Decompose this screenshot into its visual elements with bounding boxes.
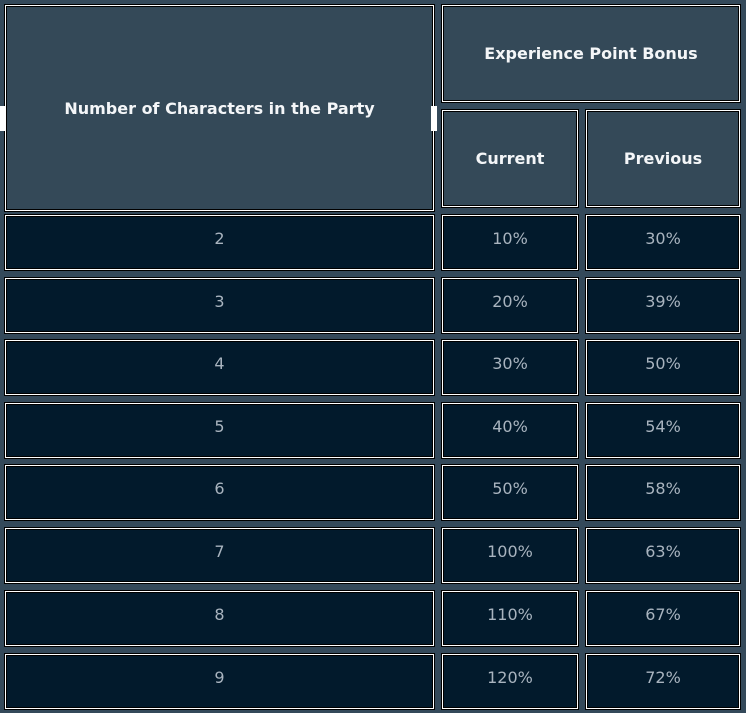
cell-current: 40% xyxy=(441,402,579,459)
cell-previous-value: 58% xyxy=(645,479,681,498)
cell-current: 10% xyxy=(441,214,579,271)
cell-previous: 72% xyxy=(585,653,741,710)
header-party-size: Number of Characters in the Party xyxy=(4,4,435,212)
cell-current: 20% xyxy=(441,277,579,334)
cell-current-value: 10% xyxy=(492,229,528,248)
cell-current-value: 30% xyxy=(492,354,528,373)
cell-previous-value: 39% xyxy=(645,292,681,311)
cell-current: 100% xyxy=(441,527,579,584)
cell-party-size: 9 xyxy=(4,653,435,710)
cell-current: 50% xyxy=(441,464,579,521)
cell-previous: 30% xyxy=(585,214,741,271)
cell-current-value: 100% xyxy=(487,542,533,561)
header-party-size-label: Number of Characters in the Party xyxy=(64,98,375,118)
cell-party-size-value: 8 xyxy=(214,605,225,624)
cell-party-size-value: 9 xyxy=(214,668,225,687)
cell-current-value: 20% xyxy=(492,292,528,311)
header-xp-bonus: Experience Point Bonus xyxy=(441,4,741,103)
cell-party-size-value: 2 xyxy=(214,229,225,248)
header-current: Current xyxy=(441,109,579,208)
cell-current-value: 110% xyxy=(487,605,533,624)
cell-previous-value: 30% xyxy=(645,229,681,248)
cell-previous: 50% xyxy=(585,339,741,396)
cell-previous-value: 67% xyxy=(645,605,681,624)
cell-party-size: 5 xyxy=(4,402,435,459)
cell-party-size-value: 3 xyxy=(214,292,225,311)
cell-previous-value: 63% xyxy=(645,542,681,561)
cell-previous-value: 72% xyxy=(645,668,681,687)
cell-previous: 58% xyxy=(585,464,741,521)
header-current-label: Current xyxy=(475,149,545,168)
cell-party-size: 6 xyxy=(4,464,435,521)
cell-current-value: 40% xyxy=(492,417,528,436)
cell-party-size-value: 7 xyxy=(214,542,225,561)
column-resize-handle-left[interactable] xyxy=(0,106,6,131)
cell-party-size: 3 xyxy=(4,277,435,334)
cell-previous: 63% xyxy=(585,527,741,584)
header-previous: Previous xyxy=(585,109,741,208)
cell-previous-value: 50% xyxy=(645,354,681,373)
header-previous-label: Previous xyxy=(623,149,703,168)
cell-previous: 39% xyxy=(585,277,741,334)
cell-current: 120% xyxy=(441,653,579,710)
cell-current-value: 120% xyxy=(487,668,533,687)
cell-previous-value: 54% xyxy=(645,417,681,436)
cell-party-size: 8 xyxy=(4,590,435,647)
cell-current: 30% xyxy=(441,339,579,396)
cell-party-size-value: 6 xyxy=(214,479,225,498)
cell-party-size: 4 xyxy=(4,339,435,396)
cell-current-value: 50% xyxy=(492,479,528,498)
cell-party-size-value: 5 xyxy=(214,417,225,436)
cell-party-size: 2 xyxy=(4,214,435,271)
cell-party-size: 7 xyxy=(4,527,435,584)
column-resize-handle-right[interactable] xyxy=(431,106,437,131)
header-xp-bonus-label: Experience Point Bonus xyxy=(484,44,698,63)
cell-previous: 67% xyxy=(585,590,741,647)
cell-current: 110% xyxy=(441,590,579,647)
cell-previous: 54% xyxy=(585,402,741,459)
cell-party-size-value: 4 xyxy=(214,354,225,373)
